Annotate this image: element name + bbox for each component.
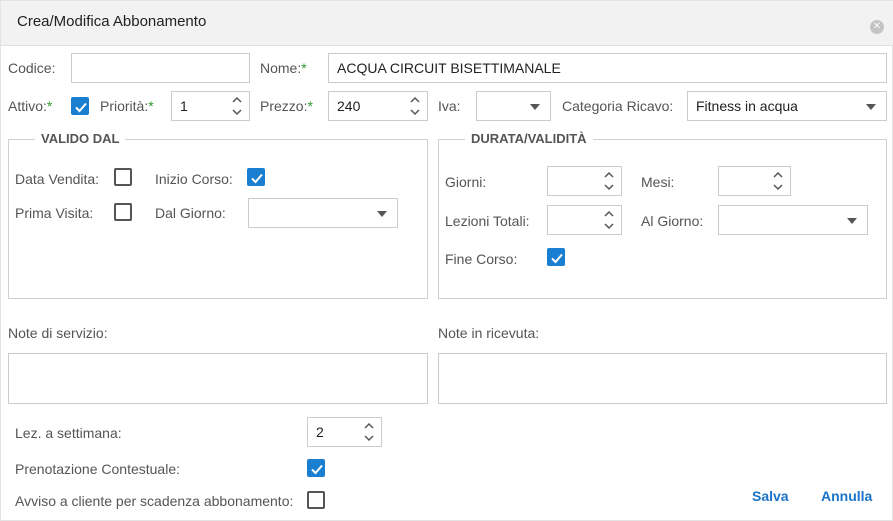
chevron-down-icon — [377, 211, 387, 217]
cancel-button[interactable]: Annulla — [821, 488, 872, 504]
mesi-input[interactable] — [718, 166, 791, 196]
iva-select[interactable] — [476, 91, 551, 121]
dialog-titlebar: Crea/Modifica Abbonamento ✕ — [1, 1, 893, 46]
giorni-spinner[interactable] — [603, 169, 615, 193]
inizio-corso-label: Inizio Corso: — [155, 171, 233, 187]
priorita-value: 1 — [180, 98, 188, 114]
note-servizio-textarea[interactable] — [8, 353, 428, 404]
data-vendita-label: Data Vendita: — [15, 171, 100, 187]
close-icon[interactable]: ✕ — [870, 20, 884, 34]
note-ricevuta-textarea[interactable] — [438, 353, 887, 404]
al-giorno-select[interactable] — [718, 205, 868, 235]
nome-input[interactable]: ACQUA CIRCUIT BISETTIMANALE — [328, 53, 887, 83]
priorita-spinner[interactable] — [231, 94, 243, 118]
lezioni-totali-label: Lezioni Totali: — [445, 213, 530, 229]
dal-giorno-label: Dal Giorno: — [155, 205, 226, 221]
save-button[interactable]: Salva — [752, 488, 789, 504]
priorita-input[interactable]: 1 — [171, 91, 250, 121]
lez-settimana-value: 2 — [316, 424, 324, 440]
al-giorno-label: Al Giorno: — [641, 213, 704, 229]
note-ricevuta-label: Note in ricevuta: — [438, 325, 540, 341]
check-icon — [551, 253, 563, 264]
dal-giorno-select[interactable] — [248, 198, 398, 228]
check-icon — [251, 173, 263, 184]
codice-input[interactable] — [71, 53, 250, 83]
fine-corso-checkbox[interactable] — [547, 248, 565, 266]
codice-label: Codice: — [8, 60, 56, 76]
lez-settimana-input[interactable]: 2 — [307, 417, 382, 447]
lez-settimana-label: Lez. a settimana: — [15, 425, 122, 441]
avviso-label: Avviso a cliente per scadenza abbonament… — [15, 493, 294, 509]
lezioni-totali-input[interactable] — [547, 205, 622, 235]
attivo-checkbox[interactable] — [71, 97, 89, 115]
mesi-spinner[interactable] — [772, 169, 784, 193]
subscription-dialog: Crea/Modifica Abbonamento ✕ Codice: Nome… — [0, 0, 893, 521]
prezzo-input[interactable]: 240 — [328, 91, 428, 121]
note-servizio-label: Note di servizio: — [8, 325, 108, 341]
prezzo-spinner[interactable] — [409, 94, 421, 118]
dialog-title: Crea/Modifica Abbonamento — [17, 13, 207, 30]
priorita-label: Priorità:* — [100, 98, 154, 114]
prezzo-value: 240 — [337, 98, 361, 114]
prenotazione-checkbox[interactable] — [307, 459, 325, 477]
data-vendita-checkbox[interactable] — [114, 168, 132, 186]
valido-dal-legend: VALIDO DAL — [35, 131, 126, 146]
mesi-label: Mesi: — [641, 174, 675, 190]
attivo-label: Attivo:* — [8, 98, 53, 114]
giorni-label: Giorni: — [445, 174, 487, 190]
avviso-checkbox[interactable] — [307, 491, 325, 509]
prima-visita-label: Prima Visita: — [15, 205, 94, 221]
chevron-down-icon — [530, 104, 540, 110]
prenotazione-label: Prenotazione Contestuale: — [15, 461, 180, 477]
lezioni-totali-spinner[interactable] — [603, 208, 615, 232]
check-icon — [75, 102, 87, 113]
durata-legend: DURATA/VALIDITÀ — [465, 131, 593, 146]
check-icon — [311, 464, 323, 475]
nome-label: Nome:* — [260, 60, 307, 76]
giorni-input[interactable] — [547, 166, 622, 196]
inizio-corso-checkbox[interactable] — [247, 168, 265, 186]
iva-label: Iva: — [438, 98, 461, 114]
prima-visita-checkbox[interactable] — [114, 203, 132, 221]
prezzo-label: Prezzo:* — [260, 98, 313, 114]
chevron-down-icon — [847, 218, 857, 224]
lez-settimana-spinner[interactable] — [363, 420, 375, 444]
categoria-ricavo-select[interactable]: Fitness in acqua — [687, 91, 887, 121]
fine-corso-label: Fine Corso: — [445, 251, 518, 267]
categoria-ricavo-value: Fitness in acqua — [696, 98, 798, 114]
categoria-ricavo-label: Categoria Ricavo: — [562, 98, 674, 114]
chevron-down-icon — [866, 104, 876, 110]
